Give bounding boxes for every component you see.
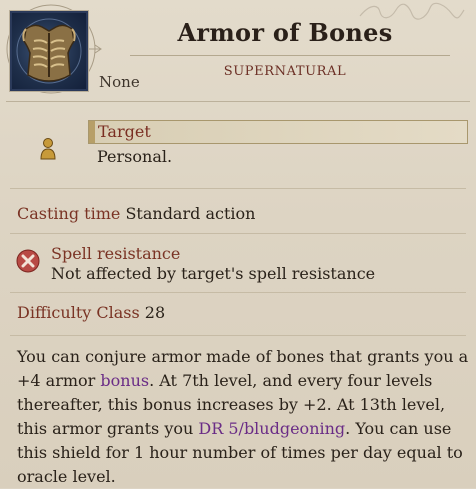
difficulty-class-label: Difficulty Class — [17, 303, 140, 322]
casting-time-row: Casting time Standard action — [17, 204, 255, 223]
section-divider — [10, 292, 466, 293]
difficulty-class-row: Difficulty Class 28 — [17, 303, 165, 322]
title-divider — [130, 55, 450, 56]
casting-time-value: Standard action — [125, 204, 256, 223]
spell-subtext: None — [99, 73, 140, 91]
bonus-link[interactable]: bonus — [100, 371, 149, 390]
spell-title: Armor of Bones — [177, 18, 393, 47]
damage-reduction-link[interactable]: DR 5/bludgeoning — [198, 419, 345, 438]
section-divider — [10, 335, 466, 336]
spell-icon-frame — [10, 11, 88, 91]
spell-tooltip-panel: Armor of Bones SUPERNATURAL None Target … — [0, 0, 476, 488]
target-label: Target — [98, 122, 151, 141]
target-value: Personal. — [97, 147, 173, 166]
section-divider — [10, 188, 466, 189]
spell-resistance-label: Spell resistance — [51, 244, 181, 263]
bone-armor-icon — [16, 18, 82, 84]
person-icon — [40, 138, 56, 160]
spell-school: SUPERNATURAL — [223, 64, 347, 79]
difficulty-class-value: 28 — [144, 303, 166, 322]
casting-time-label: Casting time — [17, 204, 121, 223]
header-divider — [6, 101, 470, 102]
spell-description: You can conjure armor made of bones that… — [17, 345, 472, 489]
crossed-circle-icon — [16, 249, 40, 273]
spell-resistance-value: Not affected by target's spell resistanc… — [51, 264, 376, 283]
section-divider — [10, 233, 466, 234]
